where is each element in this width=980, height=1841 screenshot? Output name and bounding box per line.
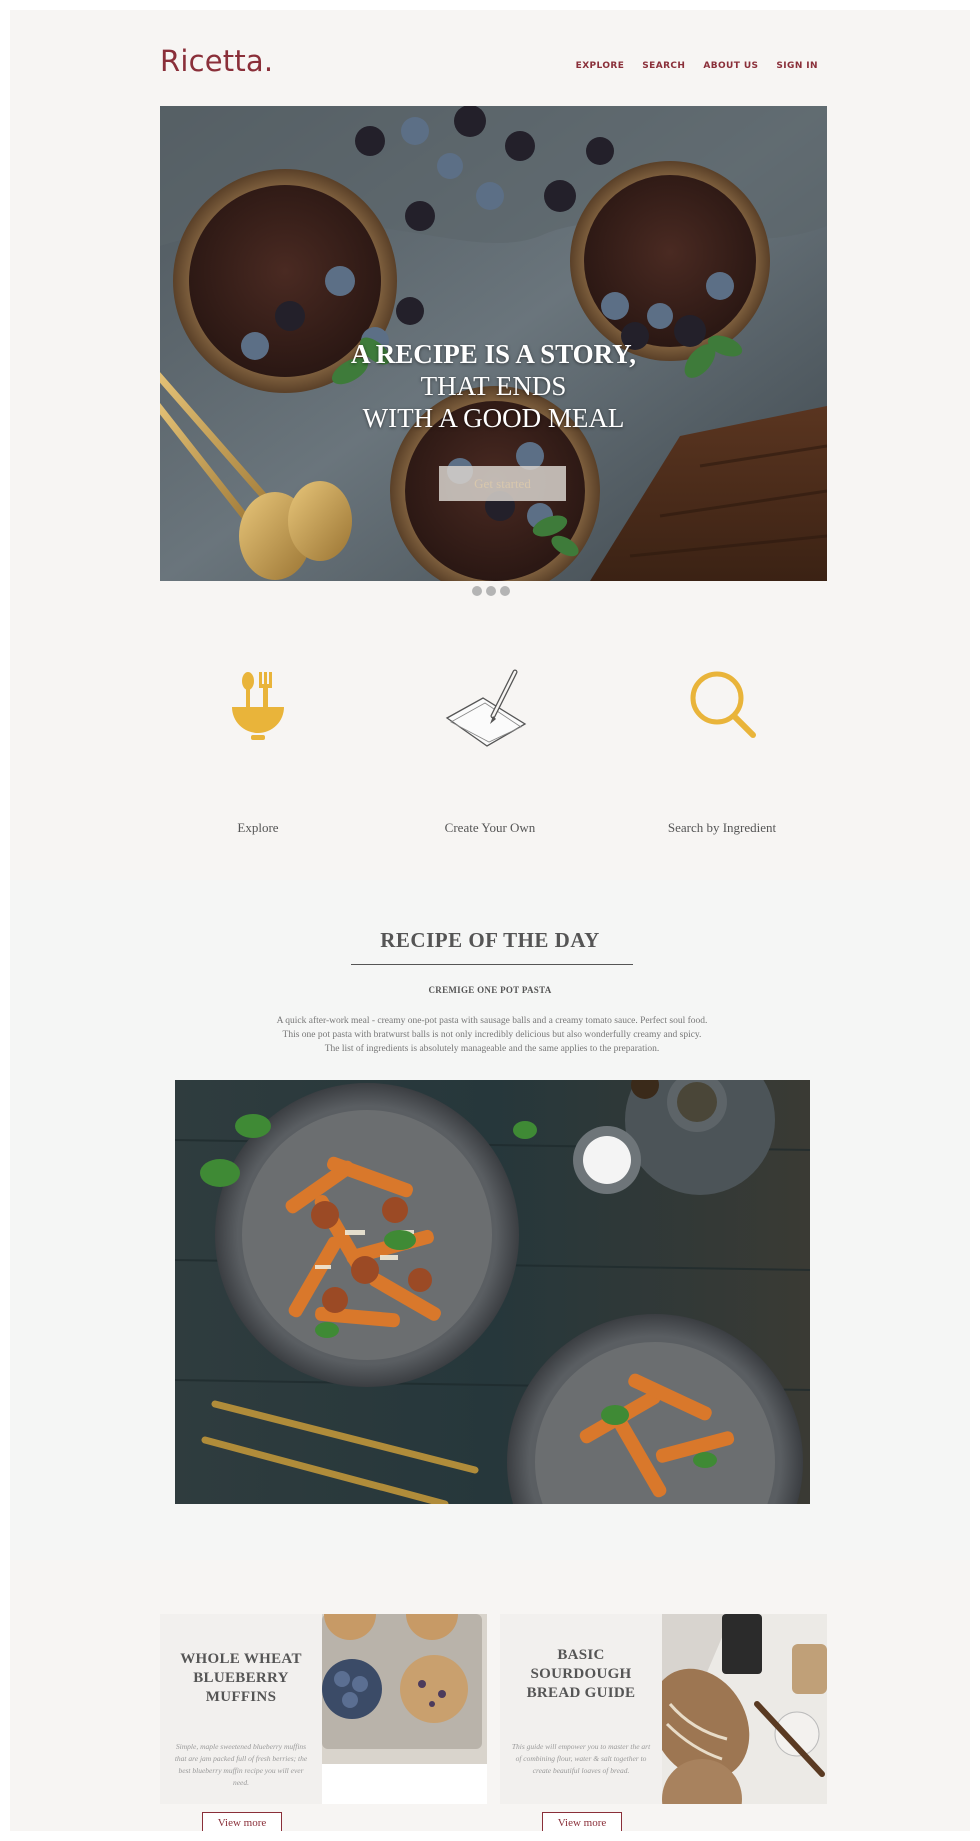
nav-sign-in[interactable]: SIGN IN: [776, 61, 818, 71]
logo[interactable]: Ricetta.: [160, 44, 273, 78]
carousel-dots: [10, 586, 970, 596]
hero-headline: A RECIPE IS A STORY, THAT ENDS WITH A GO…: [160, 338, 827, 434]
rotd-description: A quick after-work meal - creamy one-pot…: [200, 1014, 784, 1056]
featured-cards: WHOLE WHEAT BLUEBERRY MUFFINS Simple, ma…: [10, 1594, 970, 1831]
feature-search-label: Search by Ingredient: [667, 820, 777, 835]
rotd-desc-line-1: A quick after-work meal - creamy one-pot…: [276, 1016, 708, 1026]
card-sourdough-title-line-1: BASIC: [557, 1647, 605, 1663]
card-muffins-text-panel: WHOLE WHEAT BLUEBERRY MUFFINS Simple, ma…: [160, 1614, 322, 1804]
card-sourdough-description: This guide will empower you to master th…: [511, 1742, 651, 1775]
rotd-image-pasta[interactable]: [175, 1080, 810, 1504]
features-row: Explore Create Your Own Search by Ingred…: [10, 650, 970, 860]
nav-about-us[interactable]: ABOUT US: [703, 61, 758, 71]
card-sourdough-title-line-3: BREAD GUIDE: [526, 1685, 636, 1701]
view-more-button-sourdough[interactable]: View more: [542, 1812, 622, 1831]
card-muffins-title-line-3: MUFFINS: [205, 1689, 277, 1705]
card-sourdough-title: BASIC SOURDOUGH BREAD GUIDE: [500, 1646, 662, 1703]
card-sourdough-bread[interactable]: BASIC SOURDOUGH BREAD GUIDE This guide w…: [500, 1614, 827, 1831]
card-sourdough-title-line-2: SOURDOUGH: [530, 1666, 632, 1682]
page: Ricetta. EXPLORE SEARCH ABOUT US SIGN IN: [10, 10, 970, 1831]
rotd-divider: [351, 964, 633, 965]
carousel-dot-3[interactable]: [499, 586, 510, 596]
card-muffins-image: [322, 1614, 487, 1804]
carousel-dot-2[interactable]: [485, 586, 496, 596]
hero-line-2: THAT ENDS: [420, 371, 567, 401]
nav-search[interactable]: SEARCH: [642, 61, 685, 71]
magnifier-icon: [690, 671, 756, 738]
get-started-button[interactable]: Get started: [439, 466, 566, 501]
card-sourdough-text-panel: BASIC SOURDOUGH BREAD GUIDE This guide w…: [500, 1614, 662, 1804]
card-muffins-title-line-1: WHOLE WHEAT: [180, 1651, 302, 1667]
view-more-button-muffins[interactable]: View more: [202, 1812, 282, 1831]
nav-explore[interactable]: EXPLORE: [576, 61, 625, 71]
pen-paper-icon: [445, 669, 527, 747]
recipe-of-the-day: RECIPE OF THE DAY CREMIGE ONE POT PASTA …: [10, 880, 970, 1560]
feature-explore-label: Explore: [237, 820, 279, 835]
bowl-fork-spoon-icon: [232, 672, 284, 740]
muffins-photo: [322, 1614, 487, 1804]
card-blueberry-muffins[interactable]: WHOLE WHEAT BLUEBERRY MUFFINS Simple, ma…: [160, 1614, 487, 1831]
rotd-desc-line-2: This one pot pasta with bratwurst balls …: [282, 1030, 702, 1040]
card-muffins-title-line-2: BLUEBERRY: [193, 1670, 289, 1686]
feature-create-label: Create Your Own: [444, 820, 536, 835]
card-muffins-description: Simple, maple sweetened blueberry muffin…: [174, 1742, 308, 1787]
rotd-heading: RECIPE OF THE DAY: [380, 928, 600, 952]
card-sourdough-image: [662, 1614, 827, 1804]
site-header: Ricetta. EXPLORE SEARCH ABOUT US SIGN IN: [10, 10, 970, 115]
rotd-desc-line-3: The list of ingredients is absolutely ma…: [324, 1044, 660, 1054]
main-nav: EXPLORE SEARCH ABOUT US SIGN IN: [576, 61, 818, 71]
pasta-photo: [175, 1080, 810, 1504]
carousel-dot-1[interactable]: [471, 586, 482, 596]
bread-photo: [662, 1614, 827, 1804]
hero-banner: A RECIPE IS A STORY, THAT ENDS WITH A GO…: [160, 106, 827, 581]
card-muffins-title: WHOLE WHEAT BLUEBERRY MUFFINS: [160, 1650, 322, 1707]
rotd-recipe-name[interactable]: CREMIGE ONE POT PASTA: [10, 985, 970, 995]
hero-line-1: A RECIPE IS A STORY,: [351, 339, 636, 369]
hero-line-3: WITH A GOOD MEAL: [362, 403, 625, 433]
